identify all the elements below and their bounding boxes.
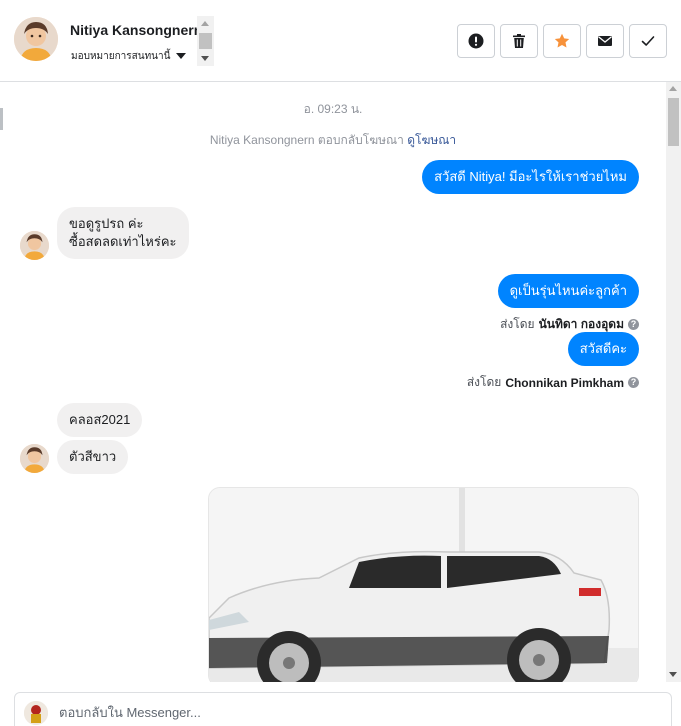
assign-conversation-dropdown[interactable]: มอบหมายการสนทนานี้ [71,49,187,64]
message-thread[interactable]: อ. 09:23 น. Nitiya Kansongnern ตอบกลับโฆ… [0,82,681,682]
help-icon[interactable]: ? [628,319,639,330]
car-photo-attachment[interactable] [208,487,639,682]
thread-scrollbar[interactable] [666,82,681,682]
mark-done-button[interactable] [629,24,667,58]
delete-button[interactable] [500,24,538,58]
message-text: ตัวสีขาว [69,449,117,464]
scroll-down-icon[interactable] [669,672,677,677]
exclamation-icon [468,33,484,49]
header-scrollbar[interactable] [197,16,214,66]
message-text: ดูเป็นรุ่นไหนค่ะลูกค้า [509,283,627,298]
outgoing-message: ดูเป็นรุ่นไหนค่ะลูกค้า [497,274,639,308]
caret-down-icon [176,53,187,59]
panel-edge-marker [0,108,3,130]
contact-avatar[interactable] [14,17,58,61]
trash-icon [513,34,525,48]
help-icon[interactable]: ? [628,377,639,388]
reply-input[interactable] [59,705,459,720]
scroll-down-icon[interactable] [201,56,209,61]
check-icon [641,36,655,46]
envelope-icon [598,36,612,46]
incoming-message: ขอดูรูปรถ ค่ะ ซื้อสดลดเท่าไหร่คะ [57,207,189,259]
message-text: คลอส2021 [69,412,131,427]
page-avatar [24,701,48,725]
message-text: สวัสดี Nitiya! มีอะไรให้เราช่วยไหม [434,169,627,184]
sent-by-label: ส่งโดย [500,317,535,331]
star-icon [554,33,570,48]
star-button[interactable] [543,24,581,58]
scroll-up-icon[interactable] [669,86,677,91]
sender-name: Chonnikan Pimkham [505,375,624,390]
ad-reply-notice: Nitiya Kansongnern ตอบกลับโฆษณา ดูโฆษณา [0,131,666,150]
message-timestamp: อ. 09:23 น. [303,102,363,116]
message-text: สวัสดีคะ [579,341,627,356]
incoming-message: ตัวสีขาว [57,440,129,474]
mark-unread-button[interactable] [586,24,624,58]
incoming-message: คลอส2021 [57,403,143,437]
scroll-thumb[interactable] [199,33,212,49]
view-ad-link[interactable]: ดูโฆษณา [407,133,456,147]
sent-by-label: ส่งโดย [466,375,502,389]
mark-spam-button[interactable] [457,24,495,58]
outgoing-message: สวัสดี Nitiya! มีอะไรให้เราช่วยไหม [422,160,639,194]
scroll-thumb[interactable] [668,98,679,146]
scroll-up-icon[interactable] [201,21,209,26]
message-text-line: ขอดูรูปรถ ค่ะ [69,216,144,231]
outgoing-message: สวัสดีคะ [567,332,639,366]
message-text-line: ซื้อสดลดเท่าไหร่คะ [69,234,177,249]
assign-label: มอบหมายการสนทนานี้ [71,51,171,62]
message-composer[interactable] [14,692,672,726]
contact-name[interactable]: Nitiya Kansongnern [70,22,202,38]
ad-reply-text: Nitiya Kansongnern ตอบกลับโฆษณา [209,133,404,147]
conversation-header: Nitiya Kansongnern มอบหมายการสนทนานี้ [0,0,681,82]
contact-avatar-small[interactable] [20,444,49,473]
sent-by-note: ส่งโดย Chonnikan Pimkham ? [467,373,639,392]
contact-avatar-small[interactable] [20,231,49,260]
conversation-actions [457,24,667,58]
